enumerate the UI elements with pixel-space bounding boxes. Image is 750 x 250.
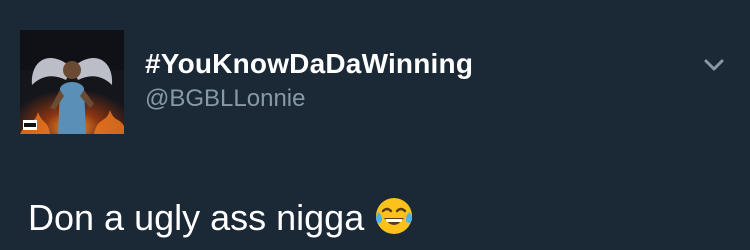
tweet-card: #YouKnowDaDaWinning @BGBLLonnie Don a ug…: [0, 0, 750, 250]
avatar[interactable]: [20, 30, 124, 134]
user-handle[interactable]: @BGBLLonnie: [145, 85, 305, 113]
tweet-text: Don a ugly ass nigga: [28, 196, 414, 240]
tweet-text-content: Don a ugly ass nigga: [28, 197, 365, 238]
face-with-tears-of-joy-icon: [374, 196, 414, 236]
display-name[interactable]: #YouKnowDaDaWinning: [145, 48, 473, 80]
chevron-down-icon[interactable]: [702, 56, 726, 74]
album-cover-image: [20, 30, 124, 134]
